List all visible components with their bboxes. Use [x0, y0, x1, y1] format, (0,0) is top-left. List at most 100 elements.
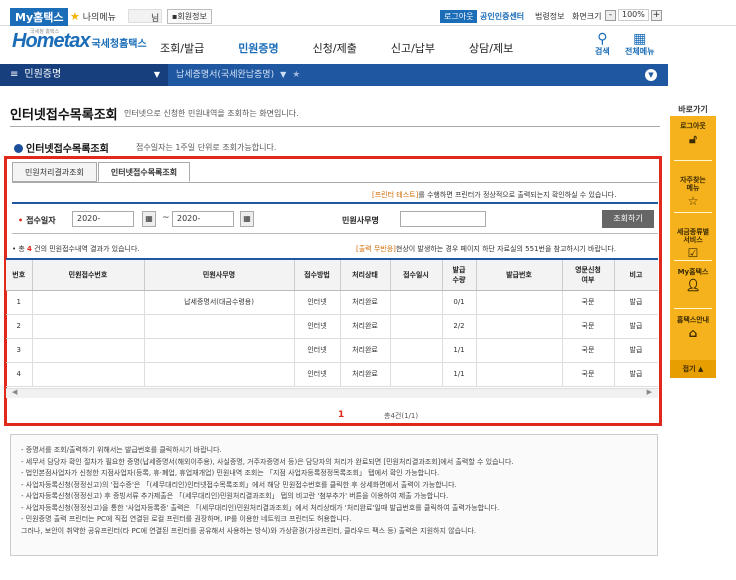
cell-no: 4: [6, 362, 33, 387]
logo-tagline: 국세청 홈택스: [30, 29, 60, 35]
section-title-text: 인터넷접수목록조회: [26, 144, 109, 155]
bullet-icon: [14, 144, 23, 153]
quick-logout[interactable]: 로그아웃 🔓︎: [670, 122, 716, 146]
nav-filing[interactable]: 신고/납부: [391, 40, 435, 56]
cell-issue-no[interactable]: [476, 290, 563, 315]
member-info-button[interactable]: ▪회원정보: [167, 9, 212, 24]
cell-issue-no[interactable]: [476, 362, 563, 387]
cell-doc-name: 납세증명서(대금수령용): [144, 290, 295, 315]
grid-icon: ▦: [633, 31, 647, 47]
note-line: - 증명서를 조회/출력하기 위해서는 발급번호를 클릭하시기 바랍니다.: [21, 446, 222, 454]
cell-issue-no[interactable]: [476, 338, 563, 363]
location-current-dropdown[interactable]: 납세증명서(국세완납증명) ▼ ★: [176, 64, 300, 86]
quick-favorite-menu[interactable]: 자주찾는 메뉴 ☆: [670, 168, 716, 216]
logout-button[interactable]: 로그아웃: [440, 10, 478, 23]
search-button[interactable]: 조회하기: [602, 210, 654, 228]
cell-receipt-no[interactable]: [32, 362, 145, 387]
quick-favorite-label: 자주찾는 메뉴: [680, 176, 706, 192]
cell-method: 인터넷: [294, 290, 341, 315]
date-range-separator: ~: [162, 213, 170, 223]
logo-subtitle: 국세청홈택스: [91, 39, 147, 50]
checkbox-icon: ☑: [687, 246, 699, 260]
caret-down-icon: ▼: [280, 70, 287, 79]
cell-remarks: 발급: [614, 314, 658, 339]
cert-center-link[interactable]: 공인인증센터: [480, 11, 524, 22]
cell-remarks: 발급: [614, 338, 658, 363]
pagination-current[interactable]: 1: [338, 410, 344, 420]
star-icon: ★: [70, 10, 80, 23]
page-description: 인터넷으로 신청한 민원내역을 조회하는 화면입니다.: [124, 109, 299, 118]
quickbar-close-button[interactable]: 접기 ▲: [670, 360, 716, 378]
main-nav: 조회/발급 민원증명 신청/제출 신고/납부 상담/제보: [160, 40, 547, 56]
cell-receipt-no[interactable]: [32, 338, 145, 363]
hometax-logo[interactable]: 국세청 홈택스 Hometax 국세청홈택스: [12, 29, 147, 53]
law-info-link[interactable]: 법령정보: [535, 11, 564, 22]
caret-up-icon: ▲: [697, 365, 704, 373]
scroll-left-icon[interactable]: ◀: [12, 388, 17, 396]
printer-test-link[interactable]: [프린터 테스트]: [372, 191, 418, 199]
col-english: 영문신청 여부: [562, 260, 615, 291]
cell-remarks: 발급: [614, 290, 658, 315]
quickbar: 로그아웃 🔓︎ 자주찾는 메뉴 ☆ 세금종류별 서비스 ☑ My홈택스 👤︎ 홈…: [670, 116, 716, 378]
note-line: 그러나, 보안이 취약한 공유프린터(타 PC에 연결된 프린터를 공유해서 사…: [21, 526, 477, 535]
cell-english: 국문: [562, 338, 615, 363]
person-icon: 👤︎: [685, 278, 701, 292]
cell-remarks: 발급: [614, 362, 658, 387]
nav-certificate[interactable]: 민원증명: [238, 40, 278, 56]
all-menu-button[interactable]: ▦ 전체메뉴: [625, 32, 654, 57]
result-count-suffix: 건의 민원접수내역 결과가 있습니다.: [31, 245, 140, 253]
location-bar: ≡ 민원증명 ▼ 납세증명서(국세완납증명) ▼ ★ ▼: [0, 64, 668, 86]
cell-english: 국문: [562, 314, 615, 339]
date-label: • 접수일자: [18, 215, 56, 226]
location-menu-dropdown[interactable]: ≡ 민원증명 ▼: [0, 64, 168, 86]
col-quantity: 발급 수량: [442, 260, 477, 291]
all-menu-label: 전체메뉴: [625, 47, 655, 56]
date-from-input[interactable]: 2020-: [72, 211, 134, 227]
col-receipt-no: 민원접수번호: [32, 260, 145, 291]
result-count: • 총 4 건의 민원접수내역 결과가 있습니다.: [12, 244, 140, 254]
calendar-to-icon[interactable]: ▦: [240, 211, 254, 227]
date-to-input[interactable]: 2020-: [172, 211, 234, 227]
quick-guide-label: 홈택스안내: [676, 316, 710, 324]
cell-quantity: 1/1: [442, 338, 477, 363]
scroll-right-icon[interactable]: ▶: [647, 388, 652, 396]
cell-method: 인터넷: [294, 362, 341, 387]
col-datetime: 접수일시: [390, 260, 443, 291]
calendar-from-icon[interactable]: ▦: [142, 211, 156, 227]
pagination-total: 총4건(1/1): [384, 412, 419, 420]
cell-datetime: [390, 338, 443, 363]
quickbar-close-label: 접기: [682, 365, 696, 373]
cell-status: 처리완료: [340, 314, 391, 339]
top-utility-bar: My홈택스 ★ 나의메뉴 님 ▪회원정보 로그아웃 공인인증센터 법령정보 화면…: [0, 0, 736, 26]
zoom-out-button[interactable]: -: [605, 9, 616, 21]
quickbar-title: 바로가기: [678, 105, 708, 114]
nav-inquiry[interactable]: 조회/발급: [160, 40, 204, 56]
page-title: 인터넷접수목록조회: [10, 108, 118, 123]
zoom-in-button[interactable]: +: [650, 9, 662, 21]
my-hometax-link[interactable]: My홈택스: [10, 8, 69, 26]
cell-receipt-no[interactable]: [32, 314, 145, 339]
my-menu-link[interactable]: ★ 나의메뉴: [70, 10, 116, 23]
search-label: 검색: [595, 47, 610, 56]
horizontal-scrollbar[interactable]: ◀ ▶: [6, 388, 658, 398]
tab-internet-receipt[interactable]: 인터넷접수목록조회: [97, 162, 191, 182]
cell-no: 1: [6, 290, 33, 315]
header-search-button[interactable]: ⚲ 검색: [595, 32, 610, 57]
location-menu-label: 민원증명: [24, 69, 62, 80]
quick-guide[interactable]: 홈택스안내 ⌂: [670, 316, 716, 340]
nav-application[interactable]: 신청/제출: [313, 40, 357, 56]
quickbar-divider: [674, 260, 712, 261]
user-name-suffix: 님: [151, 14, 160, 24]
quick-my-hometax[interactable]: My홈택스 👤︎: [670, 268, 716, 292]
nav-consult[interactable]: 상담/제보: [469, 40, 513, 56]
cell-issue-no[interactable]: [476, 314, 563, 339]
tab-result-inquiry[interactable]: 민원처리결과조회: [12, 162, 97, 182]
cell-method: 인터넷: [294, 338, 341, 363]
location-expand-icon[interactable]: ▼: [645, 69, 657, 81]
doc-name-input[interactable]: [400, 211, 486, 227]
favorite-star-icon[interactable]: ★: [292, 70, 300, 80]
cell-receipt-no[interactable]: [32, 290, 145, 315]
table-row: 4 인터넷 처리완료 1/1 국문 발급: [6, 362, 658, 387]
col-status: 처리상태: [340, 260, 391, 291]
guide-notes: - 증명서를 조회/출력하기 위해서는 발급번호를 클릭하시기 바랍니다. - …: [10, 434, 658, 556]
